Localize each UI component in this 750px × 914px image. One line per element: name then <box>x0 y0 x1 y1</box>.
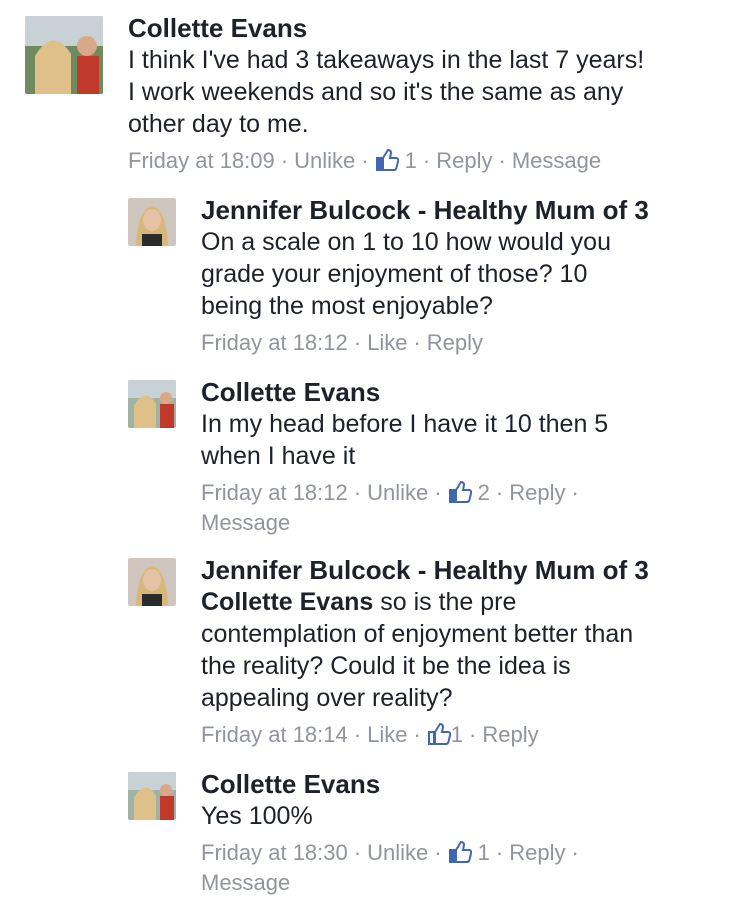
comment-actions: Friday at 18:14 · Like · 1 · Reply <box>201 722 539 747</box>
comment-author[interactable]: Jennifer Bulcock - Healthy Mum of 3 <box>201 554 649 586</box>
thumbs-up-icon[interactable] <box>448 840 472 864</box>
comment-actions: Friday at 18:09 · Unlike · 1 · Reply · Message <box>128 148 602 173</box>
unlike-link[interactable]: Unlike <box>367 480 428 505</box>
thumbs-up-icon[interactable] <box>448 480 472 504</box>
unlike-link[interactable]: Unlike <box>367 840 428 865</box>
like-count: 1 <box>450 722 464 747</box>
message-link[interactable]: Message <box>512 148 601 173</box>
comment-text: On a scale on 1 to 10 how would you grad… <box>201 228 611 320</box>
like-link[interactable]: Like <box>367 722 407 747</box>
comment-actions: Friday at 18:12 · Like · Reply <box>201 330 484 355</box>
avatar[interactable] <box>128 772 176 820</box>
comment-timestamp[interactable]: Friday at 18:09 <box>128 148 275 173</box>
comment-text: Yes 100% <box>201 802 313 830</box>
comment-actions: Friday at 18:12 · Unlike · 2 · Reply · Message <box>201 480 579 535</box>
like-count: 1 <box>404 148 417 173</box>
comment-author[interactable]: Collette Evans <box>201 768 585 800</box>
comment-timestamp[interactable]: Friday at 18:12 <box>201 330 348 355</box>
reply-link[interactable]: Reply <box>436 148 492 173</box>
avatar[interactable] <box>128 558 176 606</box>
like-count: 2 <box>477 480 490 505</box>
comment-author[interactable]: Jennifer Bulcock - Healthy Mum of 3 <box>201 194 649 226</box>
thumbs-up-icon[interactable] <box>427 722 451 746</box>
comment-text: Collette Evans so is the pre contemplati… <box>201 586 649 714</box>
comment-text: In my head before I have it 10 then 5 wh… <box>201 410 609 470</box>
comment-timestamp[interactable]: Friday at 18:30 <box>201 840 348 865</box>
mention-link[interactable]: Collette Evans <box>201 588 373 616</box>
like-link[interactable]: Like <box>367 330 407 355</box>
reply-link[interactable]: Reply <box>509 480 565 505</box>
message-link[interactable]: Message <box>201 510 290 535</box>
comment-author[interactable]: Collette Evans <box>201 376 608 408</box>
comment-timestamp[interactable]: Friday at 18:14 <box>201 722 348 747</box>
reply-link[interactable]: Reply <box>427 330 483 355</box>
avatar[interactable] <box>128 380 176 428</box>
reply-link[interactable]: Reply <box>509 840 565 865</box>
like-count: 1 <box>477 840 490 865</box>
reply-link[interactable]: Reply <box>482 722 538 747</box>
avatar[interactable] <box>128 198 176 246</box>
avatar[interactable] <box>25 16 103 94</box>
comment-author[interactable]: Collette Evans <box>128 12 644 44</box>
comment-text: I think I've had 3 takeaways in the last… <box>128 46 645 138</box>
thumbs-up-icon[interactable] <box>375 148 399 172</box>
unlike-link[interactable]: Unlike <box>294 148 355 173</box>
comment-timestamp[interactable]: Friday at 18:12 <box>201 480 348 505</box>
message-link[interactable]: Message <box>201 870 290 895</box>
comment-actions: Friday at 18:30 · Unlike · 1 · Reply · Message <box>201 840 579 895</box>
